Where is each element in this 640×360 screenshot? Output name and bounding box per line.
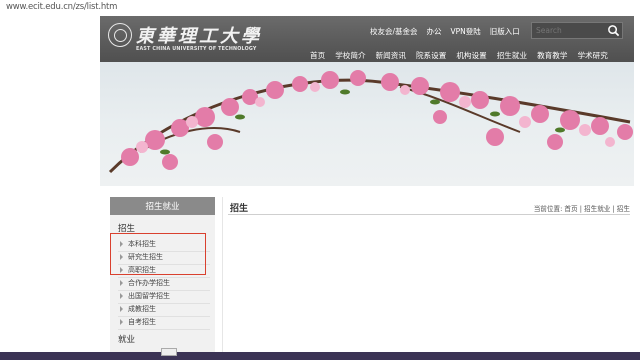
top-link-vpn[interactable]: VPN登陆 bbox=[451, 26, 481, 38]
nav-home[interactable]: 首页 bbox=[310, 50, 325, 61]
top-link-old-site[interactable]: 旧版入口 bbox=[490, 26, 520, 38]
page-container: 東華理工大學 EAST CHINA UNIVERSITY OF TECHNOLO… bbox=[100, 16, 634, 360]
nav-admissions[interactable]: 招生就业 bbox=[497, 50, 527, 61]
sidebar-item-label: 出国留学招生 bbox=[128, 292, 170, 300]
arrow-icon bbox=[120, 293, 123, 299]
page-left-margin bbox=[0, 16, 100, 360]
sidebar-item-self-study[interactable]: 自考招生 bbox=[118, 316, 210, 330]
nav-news[interactable]: 新闻资讯 bbox=[376, 50, 406, 61]
breadcrumb[interactable]: 当前位置: 首页 | 招生就业 | 招生 bbox=[534, 203, 630, 213]
sidebar-item-adult-education[interactable]: 成教招生 bbox=[118, 303, 210, 317]
top-links: 校友会/基金会 办公 VPN登陆 旧版入口 bbox=[370, 26, 520, 38]
red-highlight-box bbox=[110, 233, 206, 275]
search-input[interactable] bbox=[536, 24, 598, 37]
arrow-icon bbox=[120, 319, 123, 325]
sidebar-header: 招生就业 bbox=[110, 197, 215, 215]
banner-image bbox=[100, 62, 634, 186]
nav-departments[interactable]: 院系设置 bbox=[416, 50, 446, 61]
top-link-alumni[interactable]: 校友会/基金会 bbox=[370, 26, 418, 38]
search-icon[interactable] bbox=[607, 24, 620, 37]
browser-address-bar[interactable]: www.ecit.edu.cn/zs/list.htm bbox=[0, 0, 640, 16]
logo-english-name: EAST CHINA UNIVERSITY OF TECHNOLOGY bbox=[136, 47, 257, 52]
cherry-blossom-banner bbox=[108, 70, 633, 174]
site-header: 東華理工大學 EAST CHINA UNIVERSITY OF TECHNOLO… bbox=[100, 16, 634, 62]
arrow-icon bbox=[120, 280, 123, 286]
logo-chinese-name[interactable]: 東華理工大學 bbox=[136, 22, 262, 48]
sidebar-item-label: 自考招生 bbox=[128, 318, 156, 326]
sidebar-item-study-abroad[interactable]: 出国留学招生 bbox=[118, 290, 210, 304]
sidebar-item-label: 合作办学招生 bbox=[128, 279, 170, 287]
search-box bbox=[531, 22, 623, 39]
page-title: 招生 bbox=[230, 204, 249, 214]
title-underline bbox=[228, 214, 630, 215]
sidebar-title: 招生就业 bbox=[145, 202, 180, 212]
university-seal-icon[interactable] bbox=[108, 23, 132, 47]
tooltip bbox=[161, 348, 177, 356]
sidebar-item-label: 成教招生 bbox=[128, 305, 156, 313]
sidebar-item-cooperative[interactable]: 合作办学招生 bbox=[118, 277, 210, 291]
sidebar-category-employment[interactable]: 就业 bbox=[118, 333, 135, 345]
url-text[interactable]: www.ecit.edu.cn/zs/list.htm bbox=[6, 2, 117, 12]
main-nav: 首页 学校简介 新闻资讯 院系设置 机构设置 招生就业 教育教学 学术研究 bbox=[310, 50, 608, 61]
arrow-icon bbox=[120, 306, 123, 312]
nav-about[interactable]: 学校简介 bbox=[335, 50, 365, 61]
nav-education[interactable]: 教育教学 bbox=[537, 50, 567, 61]
nav-research[interactable]: 学术研究 bbox=[577, 50, 607, 61]
content-divider bbox=[222, 197, 223, 360]
taskbar bbox=[0, 352, 640, 360]
top-link-office[interactable]: 办公 bbox=[427, 26, 442, 38]
nav-institutions[interactable]: 机构设置 bbox=[456, 50, 486, 61]
